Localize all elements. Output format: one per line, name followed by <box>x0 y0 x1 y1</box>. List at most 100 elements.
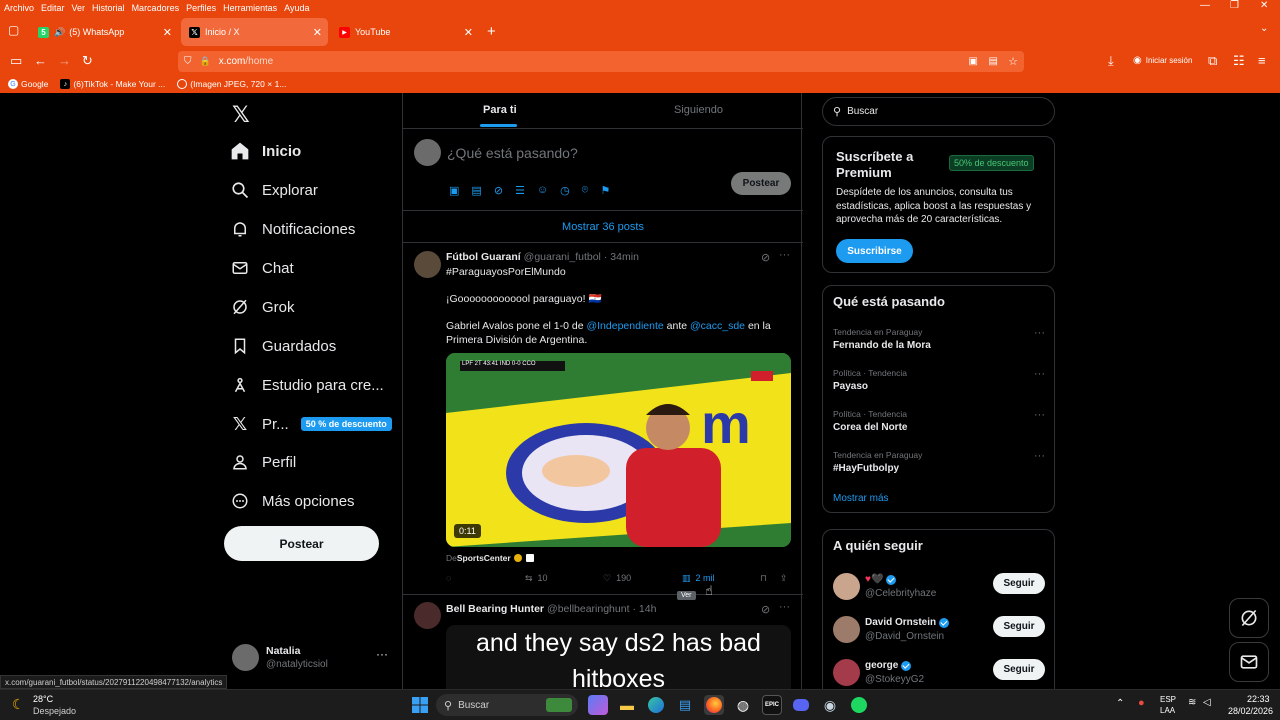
trend-item[interactable]: Política · Tendencia Corea del Norte ··· <box>833 409 1045 433</box>
shield-icon[interactable]: ⛉ <box>184 56 192 67</box>
weather-temp[interactable]: 28°C <box>33 694 53 704</box>
messages-floating-button[interactable] <box>1229 642 1269 682</box>
schedule-icon[interactable]: ◷ <box>560 184 570 197</box>
nav-premium[interactable]: 𝕏 Pr... 50 % de descuento <box>230 414 392 434</box>
tab-x[interactable]: 𝕏 Inicio / X ✕ <box>181 18 328 46</box>
share-icon[interactable]: ⇪ <box>780 573 788 584</box>
grok-floating-button[interactable] <box>1229 598 1269 638</box>
back-icon[interactable]: ← <box>34 53 47 68</box>
nav-notificaciones[interactable]: Notificaciones <box>230 219 355 239</box>
follow-button[interactable]: Seguir <box>993 573 1045 594</box>
menu-editar[interactable]: Editar <box>37 3 68 13</box>
copilot-icon[interactable] <box>588 695 608 715</box>
menu-marcadores[interactable]: Marcadores <box>128 3 183 13</box>
app-icon[interactable]: ◍ <box>733 695 753 715</box>
menu-ver[interactable]: Ver <box>68 3 89 13</box>
picture-icon[interactable]: ▣ <box>969 56 978 67</box>
tweet-author-handle[interactable]: @bellbearinghunt <box>547 603 629 615</box>
more-icon[interactable]: ··· <box>779 601 790 613</box>
chevron-up-icon[interactable]: ⌃ <box>1116 698 1124 709</box>
x-logo-icon[interactable]: 𝕏 <box>232 102 250 128</box>
bookmark-icon[interactable]: ⊓ <box>760 573 767 584</box>
flag-icon[interactable]: ⚑ <box>600 184 610 197</box>
menu-archivo[interactable]: Archivo <box>0 3 37 13</box>
url-bar[interactable]: ⛉ 🔒 x.com/home ▣ ▤ ☆ <box>178 51 1024 72</box>
reader-view-icon[interactable]: ▤ <box>989 56 998 67</box>
clock-date[interactable]: 28/02/2026 <box>1228 706 1273 716</box>
menu-historial[interactable]: Historial <box>88 3 128 13</box>
location-icon[interactable]: ⌾ <box>582 184 589 197</box>
tweet-hashtag[interactable]: #ParaguayosPorElMundo <box>446 265 566 279</box>
trend-item[interactable]: Tendencia en Paraguay #HayFutbolpy ··· <box>833 450 1045 474</box>
more-icon[interactable]: ··· <box>1034 409 1045 421</box>
close-window-icon[interactable]: ✕ <box>1260 0 1268 11</box>
tweet-author-handle[interactable]: @guarani_futbol <box>524 251 601 263</box>
mention-link[interactable]: @Independiente <box>586 320 663 332</box>
spotify-icon[interactable] <box>849 695 869 715</box>
tweet-image[interactable]: and they say ds2 has bad hitboxes <box>446 625 791 689</box>
nav-mas-opciones[interactable]: Más opciones <box>230 491 355 511</box>
more-icon[interactable]: ··· <box>1034 450 1045 462</box>
language-code[interactable]: ESP <box>1160 695 1176 704</box>
more-icon[interactable]: ··· <box>376 647 388 661</box>
bookmark-tiktok[interactable]: ♪ (6)TikTok - Make Your ... <box>60 79 165 89</box>
nav-estudio[interactable]: Estudio para cre... <box>230 375 384 395</box>
close-icon[interactable]: ✕ <box>163 26 172 39</box>
menu-ayuda[interactable]: Ayuda <box>280 3 312 13</box>
store-icon[interactable]: ▤ <box>675 695 695 715</box>
lock-icon[interactable]: 🔒 <box>200 56 211 67</box>
follow-button[interactable]: Seguir <box>993 659 1045 680</box>
tab-whatsapp[interactable]: 5 🔊 (5) WhatsApp ✕ <box>30 18 178 46</box>
follow-suggestion[interactable]: David Ornstein @David_Ornstein Seguir <box>833 613 1045 649</box>
extension-icon[interactable]: ☷ <box>1233 53 1245 69</box>
tweet[interactable]: Bell Bearing Hunter @bellbearinghunt · 1… <box>403 595 803 689</box>
follow-button[interactable]: Seguir <box>993 616 1045 637</box>
keyboard-layout[interactable]: LAA <box>1160 706 1175 715</box>
reload-icon[interactable]: ↻ <box>82 53 93 69</box>
mention-link[interactable]: @cacc_sde <box>690 320 745 332</box>
tab-para-ti[interactable]: Para ti <box>483 104 517 116</box>
post-button[interactable]: Postear <box>224 526 379 561</box>
close-icon[interactable]: ✕ <box>313 26 322 39</box>
grok-icon[interactable]: ⊘ <box>761 251 770 264</box>
signin-button[interactable]: ◉ Iniciar sesión <box>1133 55 1192 66</box>
tab-siguiendo[interactable]: Siguiendo <box>674 104 723 116</box>
extensions-icon[interactable]: ⧉ <box>1208 53 1217 69</box>
nav-grok[interactable]: Grok <box>230 297 295 317</box>
more-icon[interactable]: ··· <box>1034 368 1045 380</box>
weather-desc[interactable]: Despejado <box>33 706 76 716</box>
bookmark-image[interactable]: (Imagen JPEG, 720 × 1... <box>177 79 286 89</box>
follow-suggestion[interactable]: ♥🖤 @Celebrityhaze Seguir <box>833 570 1045 606</box>
menu-perfiles[interactable]: Perfiles <box>182 3 219 13</box>
composer-post-button[interactable]: Postear <box>731 172 791 195</box>
gif-icon[interactable]: ▤ <box>471 184 481 197</box>
follow-suggestion[interactable]: george @StokeyyG2 Seguir <box>833 656 1045 689</box>
emoji-icon[interactable]: ☺ <box>537 184 548 197</box>
tweet[interactable]: Fútbol Guaraní @guarani_futbol · 34min ⊘… <box>403 243 803 600</box>
forward-icon[interactable]: → <box>58 53 71 68</box>
poll-icon[interactable]: ☰ <box>515 184 525 197</box>
tweet-author-name[interactable]: Fútbol Guaraní <box>446 251 521 263</box>
weather-icon[interactable]: ☾ <box>12 696 25 713</box>
tab-youtube[interactable]: ▶ YouTube ✕ <box>331 18 479 46</box>
bookmark-google[interactable]: G Google <box>8 79 48 89</box>
taskbar-search[interactable]: ⚲ Buscar <box>436 694 578 716</box>
nav-inicio[interactable]: Inicio <box>230 141 301 161</box>
minimize-icon[interactable]: — <box>1200 0 1210 11</box>
nav-explorar[interactable]: Explorar <box>230 180 318 200</box>
avatar[interactable] <box>414 251 441 278</box>
steam-icon[interactable]: ◉ <box>820 695 840 715</box>
menu-herramientas[interactable]: Herramientas <box>219 3 280 13</box>
avatar[interactable] <box>414 602 441 629</box>
wifi-icon[interactable]: ≋ <box>1188 697 1196 708</box>
more-icon[interactable]: ··· <box>1034 327 1045 339</box>
account-switcher[interactable]: Natalia @natalyticsiol ··· <box>232 641 392 681</box>
tweet-video[interactable]: m LPF 2T 43:41 IND 0-0 CCO 0:11 <box>446 353 791 547</box>
download-icon[interactable]: ⤓ <box>1108 53 1114 69</box>
maximize-icon[interactable]: ❐ <box>1230 0 1239 11</box>
nav-perfil[interactable]: Perfil <box>230 452 296 472</box>
reply-icon[interactable]: ◌ <box>446 573 451 583</box>
source-link[interactable]: SportsCenter <box>457 553 511 563</box>
new-tab-icon[interactable]: + <box>487 23 496 40</box>
more-icon[interactable]: ··· <box>779 249 790 261</box>
